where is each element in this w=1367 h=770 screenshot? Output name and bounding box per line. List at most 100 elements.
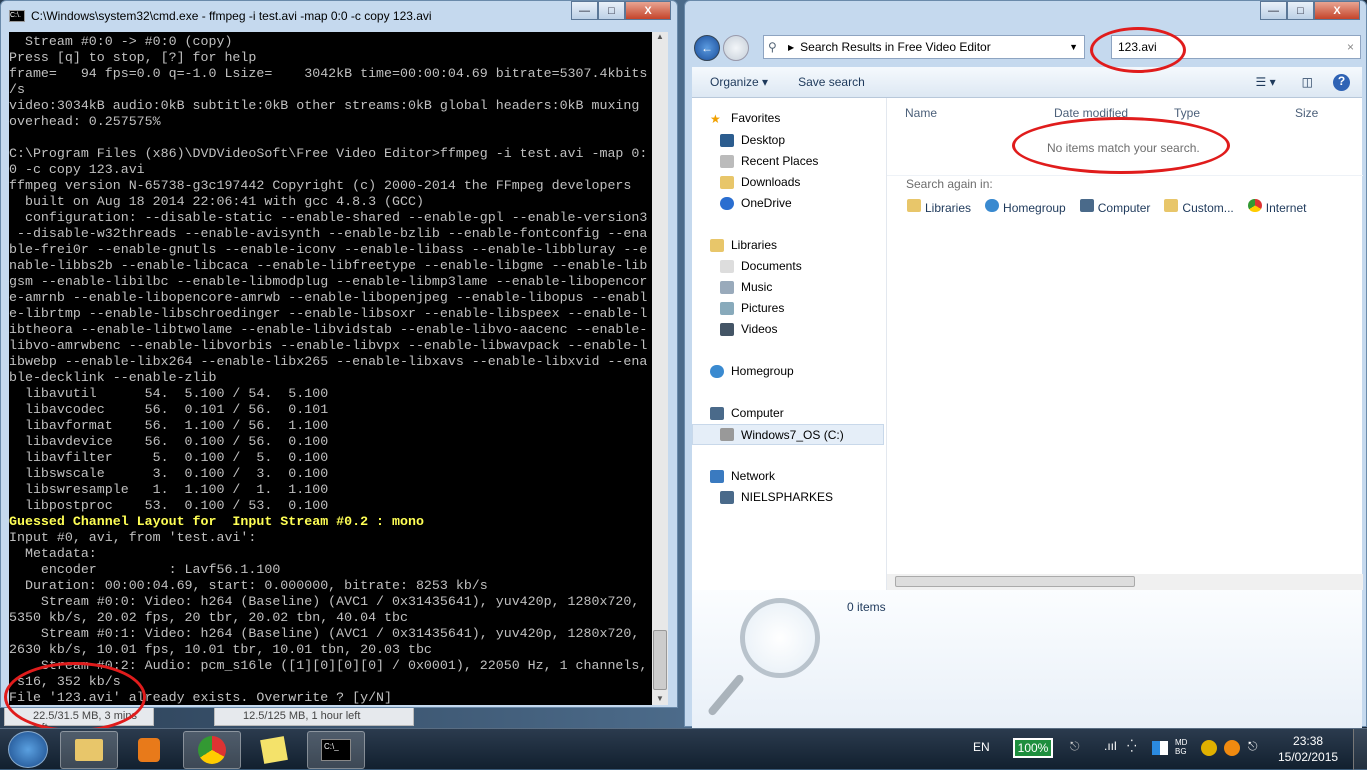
computer-icon: [720, 490, 734, 504]
column-type[interactable]: Type: [1174, 106, 1200, 120]
console-line: C:\Program Files (x86)\DVDVideoSoft\Free…: [9, 146, 648, 161]
time: 23:38: [1293, 734, 1324, 748]
search-input[interactable]: 123.avi ×: [1111, 35, 1361, 59]
search-libraries-link[interactable]: Libraries: [907, 199, 971, 215]
computer-icon: [710, 406, 724, 420]
maximize-button[interactable]: □: [1287, 1, 1314, 20]
horizontal-scrollbar[interactable]: [887, 574, 1363, 590]
videos-icon: [720, 322, 734, 336]
nav-recent-places[interactable]: Recent Places: [720, 154, 818, 168]
console-output[interactable]: Stream #0:0 -> #0:0 (copy) Press [q] to s…: [9, 32, 652, 705]
chevron-down-icon[interactable]: ▼: [1069, 42, 1078, 52]
view-options-icon[interactable]: ☰ ▾: [1256, 75, 1276, 89]
save-search-button[interactable]: Save search: [798, 75, 865, 89]
back-button[interactable]: ←: [694, 35, 720, 61]
column-date-modified[interactable]: Date modified: [1054, 106, 1128, 120]
nav-computer[interactable]: Computer: [710, 406, 784, 420]
help-icon[interactable]: ?: [1333, 73, 1350, 91]
console-line: gsm --enable-libilbc --enable-libmodplug…: [9, 274, 648, 289]
orange-app-icon[interactable]: [1224, 740, 1240, 756]
scroll-thumb[interactable]: [653, 630, 667, 690]
scroll-thumb[interactable]: [895, 576, 1135, 587]
console-line: libswresample 1. 1.100 / 1. 1.100: [9, 482, 329, 497]
nav-network[interactable]: Network: [710, 469, 775, 483]
cmd-window: C:\. C:\Windows\system32\cmd.exe - ffmpe…: [0, 0, 678, 708]
taskbar-sticky-notes[interactable]: [245, 731, 303, 769]
console-line: frame= 94 fps=0.0 q=-1.0 Lsize= 3042kB t…: [9, 66, 648, 81]
preview-pane-icon[interactable]: ◫: [1302, 75, 1313, 89]
desktop-icon: [720, 133, 734, 147]
nav-videos[interactable]: Videos: [720, 322, 777, 336]
nav-libraries[interactable]: Libraries: [710, 238, 777, 252]
minimize-button[interactable]: —: [571, 1, 598, 20]
console-line: Stream #0:0: Video: h264 (Baseline) (AVC…: [9, 594, 640, 609]
maximize-button[interactable]: □: [598, 1, 625, 20]
signal-icon[interactable]: .ııl: [1104, 739, 1117, 753]
nav-favorites[interactable]: ★ Favorites: [710, 111, 780, 126]
close-button[interactable]: X: [1314, 1, 1360, 20]
console-line: nable-libbs2b --enable-libcaca --enable-…: [9, 258, 648, 273]
search-computer-link[interactable]: Computer: [1079, 199, 1150, 215]
console-scrollbar[interactable]: ▲ ▼: [652, 32, 668, 705]
console-line: Guessed Channel Layout for Input Stream …: [9, 514, 424, 529]
nav-pictures[interactable]: Pictures: [720, 301, 784, 315]
console-line: libavdevice 56. 0.100 / 56. 0.100: [9, 434, 329, 449]
music-icon: [720, 280, 734, 294]
taskbar-media-player[interactable]: [120, 731, 178, 769]
taskbar-chrome[interactable]: [183, 731, 241, 769]
console-line: encoder : Lavf56.1.100: [9, 562, 281, 577]
drive-icon: [720, 428, 734, 441]
close-button[interactable]: X: [625, 1, 671, 20]
console-line: 5350 kb/s, 20.02 fps, 20 tbr, 20.02 tbn,…: [9, 610, 408, 625]
search-internet-link[interactable]: Internet: [1247, 199, 1306, 215]
nav-drive-c[interactable]: Windows7_OS (C:): [692, 424, 884, 445]
scroll-up-icon[interactable]: ▲: [652, 32, 668, 41]
nav-music[interactable]: Music: [720, 280, 772, 294]
console-line: libavcodec 56. 0.101 / 56. 0.101: [9, 402, 329, 417]
start-button[interactable]: [8, 731, 48, 768]
cloud-icon: [720, 196, 734, 210]
show-desktop-button[interactable]: [1353, 729, 1367, 770]
scroll-down-icon[interactable]: ▼: [652, 694, 668, 703]
nav-onedrive[interactable]: OneDrive: [720, 196, 792, 210]
refresh-icon[interactable]: ↑: [1090, 39, 1096, 53]
nav-desktop[interactable]: Desktop: [720, 133, 785, 147]
organize-button[interactable]: Organize ▾: [710, 75, 768, 89]
search-custom-link[interactable]: Custom...: [1164, 199, 1234, 215]
search-homegroup-link[interactable]: Homegroup: [985, 199, 1066, 215]
nav-downloads[interactable]: Downloads: [720, 175, 800, 189]
clear-search-icon[interactable]: ×: [1347, 40, 1354, 54]
clock[interactable]: 23:38 15/02/2015: [1278, 733, 1338, 765]
cmd-icon: C:\.: [9, 10, 25, 22]
taskbar-explorer[interactable]: [60, 731, 118, 769]
console-line: e-amrnb --enable-libopencore-amrwb --ena…: [9, 290, 648, 305]
language-indicator[interactable]: EN: [973, 740, 990, 754]
wireless-icon[interactable]: ⁛: [1127, 739, 1137, 753]
address-bar[interactable]: ⚲ ▶ Search Results in Free Video Editor …: [763, 35, 1085, 59]
taskbar-cmd[interactable]: C:\_: [307, 731, 365, 769]
cmd-icon: C:\_: [321, 739, 351, 761]
folder-icon: [75, 739, 103, 761]
console-line: Duration: 00:00:04.69, start: 0.000000, …: [9, 578, 488, 593]
column-name[interactable]: Name: [905, 106, 937, 120]
magnifier-icon: [740, 598, 820, 678]
download-item[interactable]: 22.5/31.5 MB, 3 mins left: [4, 706, 154, 734]
nav-documents[interactable]: Documents: [720, 259, 802, 273]
h-app-icon[interactable]: [1201, 740, 1217, 756]
minimize-button[interactable]: —: [1260, 1, 1287, 20]
column-size[interactable]: Size: [1295, 106, 1318, 120]
nav-homegroup[interactable]: Homegroup: [710, 364, 794, 378]
details-pane: 0 items: [692, 590, 1362, 728]
console-line: ibtheora --enable-libtwolame --enable-li…: [9, 322, 648, 337]
mdbg-icon[interactable]: MD BG: [1175, 738, 1193, 756]
power-plug-icon[interactable]: ⎋: [1070, 739, 1080, 754]
file-list: Name Date modified Type Size No items ma…: [886, 98, 1363, 590]
console-line: Stream #0:0 -> #0:0 (copy): [9, 34, 233, 49]
windows-tray-icon[interactable]: [1152, 741, 1168, 755]
console-line: Press [q] to stop, [?] for help: [9, 50, 257, 65]
forward-button[interactable]: [723, 35, 749, 61]
battery-indicator[interactable]: 100%: [1013, 738, 1053, 758]
download-item[interactable]: 12.5/125 MB, 1 hour left: [214, 706, 414, 726]
nav-pc[interactable]: NIELSPHARKES: [720, 490, 833, 504]
plug-icon[interactable]: ⎋: [1248, 739, 1258, 754]
